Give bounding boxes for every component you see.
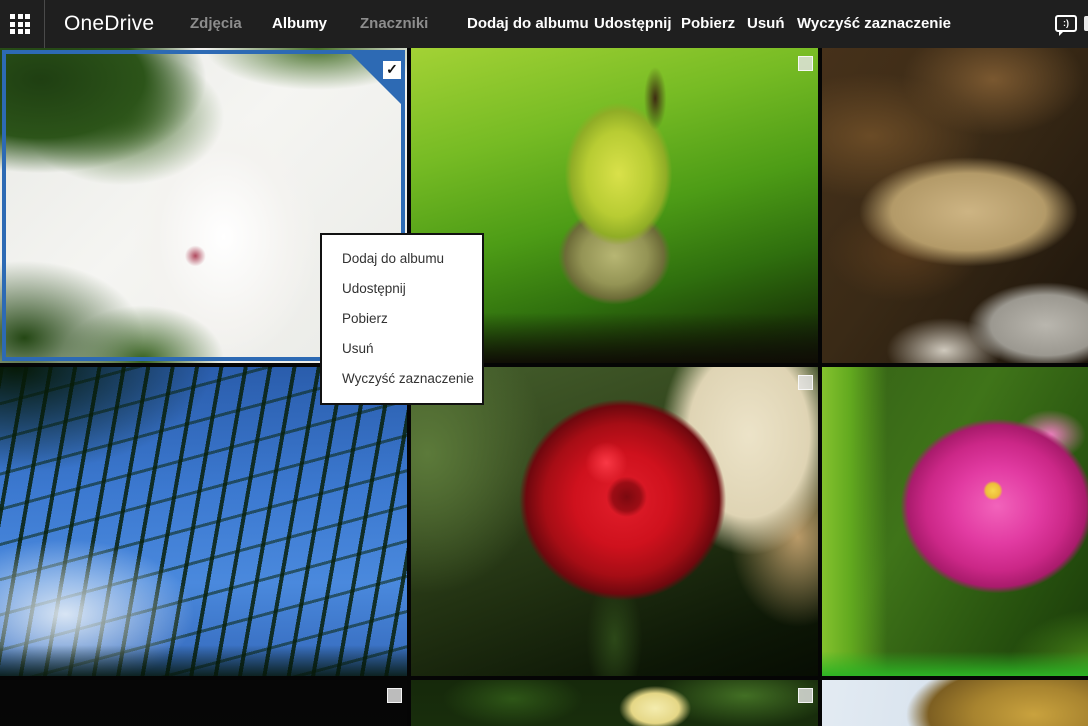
topbar-divider — [44, 0, 45, 48]
onedrive-app: OneDrive Zdjęcia Albumy Znaczniki Dodaj … — [0, 0, 1088, 726]
feedback-smiley: :) — [1063, 18, 1069, 28]
photo-tile-dandelion-sky[interactable] — [822, 680, 1088, 726]
app-launcher-icon[interactable] — [10, 14, 31, 35]
checkbox-empty-icon[interactable] — [387, 688, 402, 703]
action-share[interactable]: Udostępnij — [594, 0, 672, 48]
checkbox-checked-icon[interactable]: ✓ — [383, 61, 401, 79]
clipped-edge-icon[interactable] — [1084, 16, 1088, 31]
context-menu-item-share[interactable]: Udostępnij — [322, 274, 482, 304]
action-add-to-album[interactable]: Dodaj do albumu — [467, 0, 589, 48]
action-download[interactable]: Pobierz — [681, 0, 735, 48]
selection-corner — [347, 50, 405, 108]
context-menu-item-add-to-album[interactable]: Dodaj do albumu — [322, 244, 482, 274]
photo-tile-fern-blue-sky[interactable] — [0, 367, 407, 676]
checkbox-empty-icon[interactable] — [798, 56, 813, 71]
app-title[interactable]: OneDrive — [64, 0, 154, 48]
tab-albumy[interactable]: Albumy — [272, 0, 327, 48]
photo-tile-yellow-flower-dark[interactable] — [411, 680, 818, 726]
action-clear-selection[interactable]: Wyczyść zaznaczenie — [797, 0, 951, 48]
feedback-icon[interactable]: :) — [1055, 15, 1077, 36]
photo-tile-lily-bud-dark[interactable] — [0, 680, 407, 726]
tab-zdjecia[interactable]: Zdjęcia — [190, 0, 242, 48]
top-bar: OneDrive Zdjęcia Albumy Znaczniki Dodaj … — [0, 0, 1088, 48]
checkbox-empty-icon[interactable] — [798, 375, 813, 390]
checkbox-empty-icon[interactable] — [798, 688, 813, 703]
action-delete[interactable]: Usuń — [747, 0, 785, 48]
photo-tile-moss-rocks[interactable] — [822, 48, 1088, 363]
photo-tile-red-rose[interactable] — [411, 367, 818, 676]
context-menu-item-download[interactable]: Pobierz — [322, 304, 482, 334]
context-menu-item-clear-selection[interactable]: Wyczyść zaznaczenie — [322, 364, 482, 394]
photo-tile-pink-zinnia[interactable] — [822, 367, 1088, 676]
context-menu: Dodaj do albumu Udostępnij Pobierz Usuń … — [320, 233, 484, 405]
context-menu-item-delete[interactable]: Usuń — [322, 334, 482, 364]
tab-znaczniki[interactable]: Znaczniki — [360, 0, 428, 48]
